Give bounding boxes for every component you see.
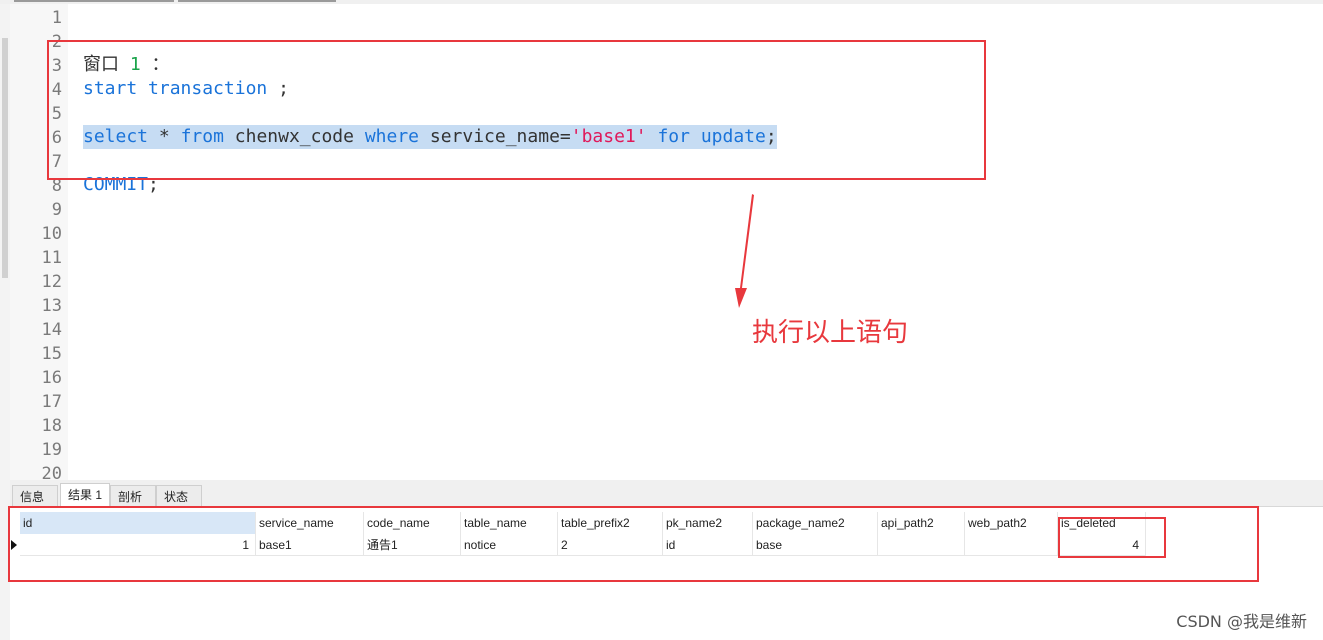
highlight-box-is-deleted [1058,517,1166,558]
line-number: 16 [41,368,62,388]
annotation-text: 执行以上语句 [752,318,909,348]
line-number: 11 [41,248,62,268]
highlight-box-sql [47,40,986,180]
top-tab-indicator [178,0,336,2]
tab-status[interactable]: 状态 [156,485,202,507]
line-number: 9 [51,200,62,220]
tab-result-1[interactable]: 结果 1 [60,483,110,508]
line-number: 15 [41,344,62,364]
watermark: CSDN @我是维新 [1176,612,1307,631]
scroll-thumb[interactable] [2,38,8,278]
line-number: 13 [41,296,62,316]
line-number: 14 [41,320,62,340]
line-number: 19 [41,440,62,460]
line-number: 12 [41,272,62,292]
tab-profile[interactable]: 剖析 [110,485,156,507]
tab-info[interactable]: 信息 [12,485,58,507]
top-tab-indicator [14,0,174,2]
line-number: 10 [41,224,62,244]
arrow-down-icon [735,194,754,308]
line-number: 1 [51,8,62,28]
line-number: 18 [41,416,62,436]
line-number: 17 [41,392,62,412]
results-tabbar: 信息 结果 1 剖析 状态 [10,480,1323,508]
